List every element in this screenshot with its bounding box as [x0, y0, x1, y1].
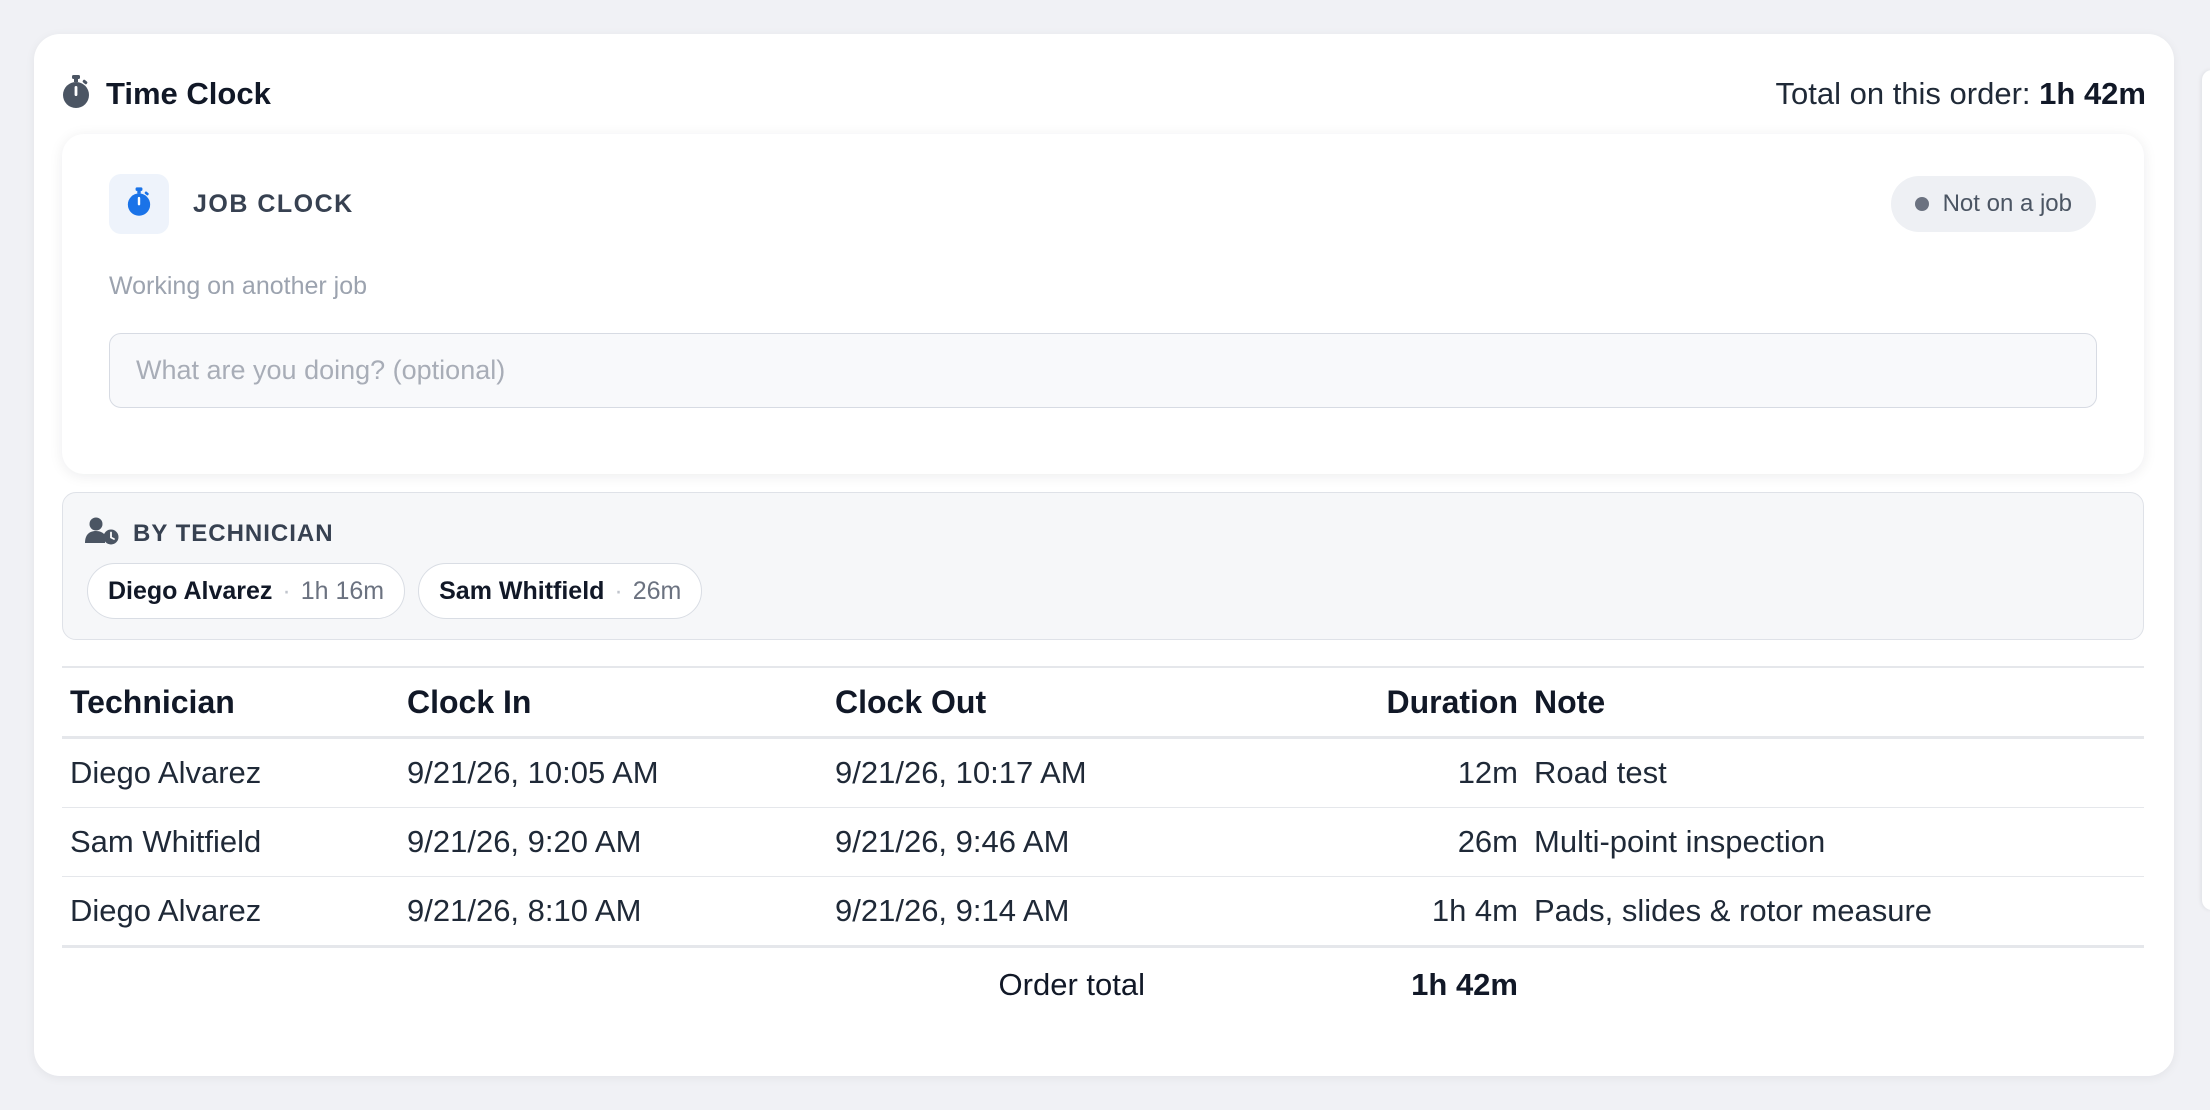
chip-separator: · — [614, 576, 623, 605]
by-technician-title: BY TECHNICIAN — [133, 519, 334, 547]
column-header-note[interactable]: Note — [1526, 667, 2144, 739]
technician-chip[interactable]: Diego Alvarez · 1h 16m — [87, 563, 406, 619]
cell-clock-in: 9/21/26, 9:20 AM — [399, 807, 827, 877]
column-header-technician[interactable]: Technician — [62, 667, 399, 739]
adjacent-panel-edge — [2202, 70, 2210, 910]
table-footer: Order total 1h 42m — [62, 947, 2144, 1023]
order-total-summary: Total on this order: 1h 42m — [1776, 76, 2147, 112]
order-total-label: Total on this order: — [1775, 76, 2031, 111]
technician-chip-list: Diego Alvarez · 1h 16m Sam Whitfield · 2… — [87, 563, 703, 619]
technician-chip-name: Diego Alvarez — [108, 576, 273, 605]
table-body: Diego Alvarez 9/21/26, 10:05 AM 9/21/26,… — [62, 737, 2144, 948]
chip-separator: · — [282, 576, 291, 605]
job-clock-icon-badge — [109, 174, 169, 234]
cell-clock-out: 9/21/26, 10:17 AM — [827, 737, 1255, 808]
technician-chip-time: 26m — [632, 576, 682, 605]
cell-clock-out: 9/21/26, 9:14 AM — [827, 876, 1255, 948]
by-technician-panel: BY TECHNICIAN Diego Alvarez · 1h 16m Sam… — [62, 492, 2144, 640]
page-title: Time Clock — [106, 76, 271, 111]
header-title-group: Time Clock — [62, 74, 271, 114]
technician-chip[interactable]: Sam Whitfield · 26m — [418, 563, 703, 619]
cell-note: Multi-point inspection — [1526, 807, 2144, 877]
table-header-row: Technician Clock In Clock Out Duration N… — [62, 667, 2144, 739]
cell-clock-in: 9/21/26, 10:05 AM — [399, 737, 827, 808]
table-row[interactable]: Sam Whitfield 9/21/26, 9:20 AM 9/21/26, … — [62, 807, 2144, 877]
order-total-row: Order total 1h 42m — [62, 947, 2144, 1023]
time-clock-card: Time Clock Total on this order: 1h 42m J… — [34, 34, 2174, 1076]
job-clock-title: JOB CLOCK — [193, 190, 354, 218]
table-row[interactable]: Diego Alvarez 9/21/26, 10:05 AM 9/21/26,… — [62, 737, 2144, 808]
cell-technician: Diego Alvarez — [62, 737, 399, 808]
cell-clock-in: 9/21/26, 8:10 AM — [399, 876, 827, 948]
order-total-row-value: 1h 42m — [1411, 967, 1518, 1002]
status-dot-icon — [1914, 197, 1929, 211]
cell-duration: 1h 4m — [1255, 876, 1526, 948]
cell-duration: 26m — [1255, 807, 1526, 877]
column-header-clock-out[interactable]: Clock Out — [827, 667, 1255, 739]
time-clock-header: Time Clock Total on this order: 1h 42m — [62, 64, 2146, 124]
order-total-value: 1h 42m — [2039, 76, 2146, 111]
column-header-clock-in[interactable]: Clock In — [399, 667, 827, 739]
table-header: Technician Clock In Clock Out Duration N… — [62, 667, 2144, 739]
stopwatch-icon — [127, 186, 151, 222]
technician-chip-time: 1h 16m — [300, 576, 385, 605]
column-header-duration[interactable]: Duration — [1255, 667, 1526, 739]
cell-clock-out: 9/21/26, 9:46 AM — [827, 807, 1255, 877]
stopwatch-icon — [62, 74, 90, 114]
technician-chip-name: Sam Whitfield — [439, 576, 605, 605]
by-technician-header: BY TECHNICIAN — [85, 517, 334, 550]
order-total-row-label: Order total — [998, 967, 1145, 1002]
job-status-text: Not on a job — [1942, 190, 2072, 217]
footer-empty-cell — [1526, 947, 2144, 1023]
job-status-badge: Not on a job — [1890, 176, 2096, 232]
time-entries-table: Technician Clock In Clock Out Duration N… — [62, 666, 2144, 1022]
cell-technician: Diego Alvarez — [62, 876, 399, 948]
table-row[interactable]: Diego Alvarez 9/21/26, 8:10 AM 9/21/26, … — [62, 876, 2144, 948]
cell-technician: Sam Whitfield — [62, 807, 399, 877]
cell-note: Road test — [1526, 737, 2144, 808]
user-clock-icon — [85, 517, 119, 550]
job-clock-panel: JOB CLOCK Not on a job Working on anothe… — [62, 134, 2144, 474]
cell-note: Pads, slides & rotor measure — [1526, 876, 2144, 948]
job-clock-subtitle: Working on another job — [109, 272, 368, 300]
cell-duration: 12m — [1255, 737, 1526, 808]
job-note-input[interactable] — [109, 333, 2097, 408]
